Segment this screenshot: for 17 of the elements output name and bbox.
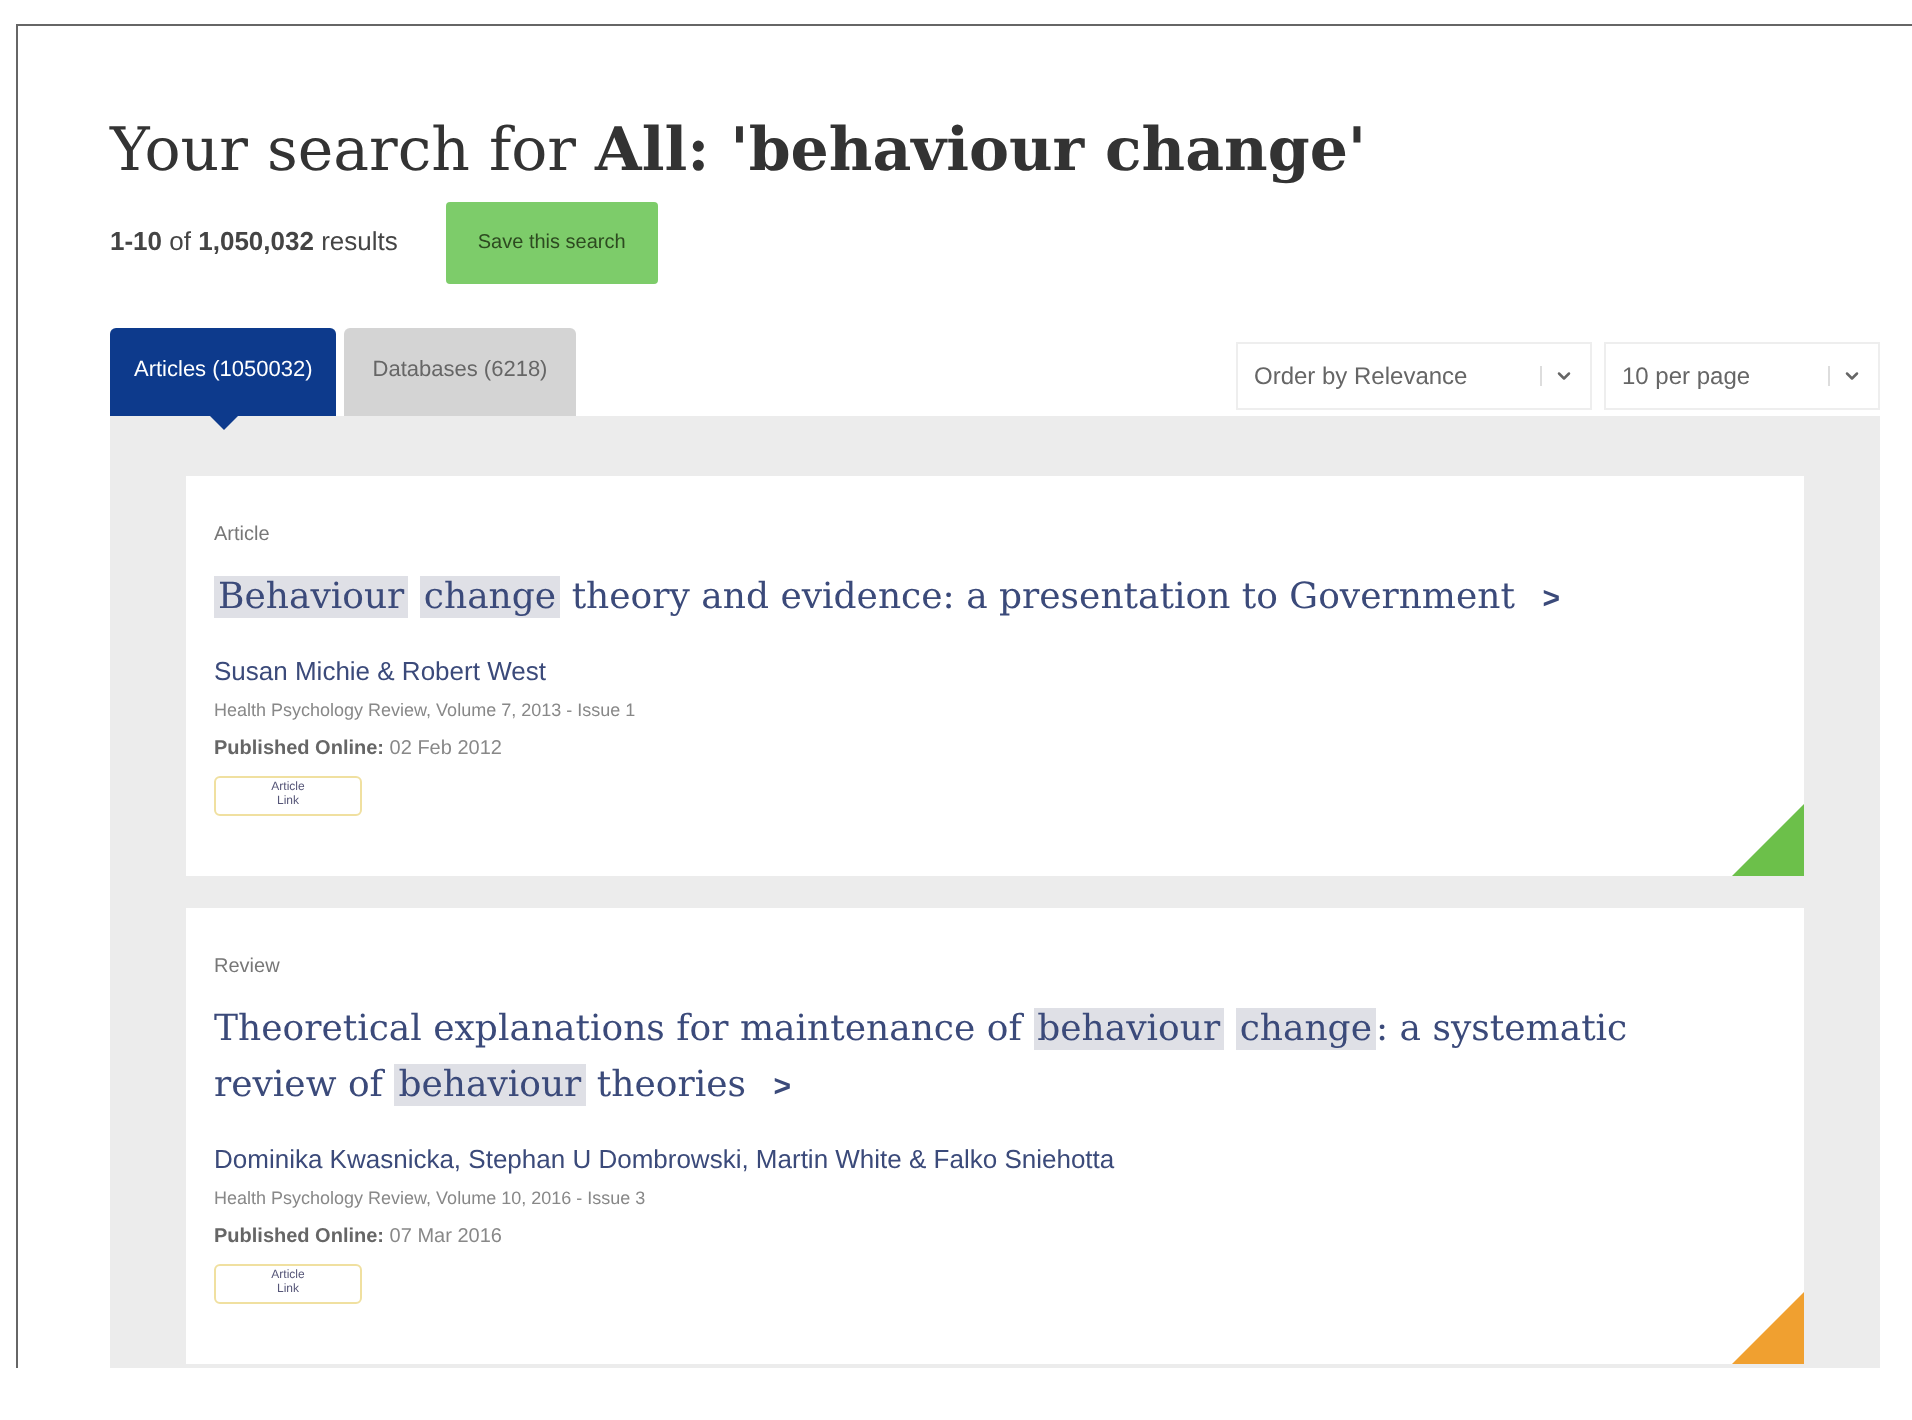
results-tab[interactable]: Databases (6218) (344, 327, 576, 415)
per-page-select[interactable]: 10 per page (1604, 341, 1880, 409)
results-tab[interactable]: Articles (1050032) (110, 327, 337, 415)
result-title-link[interactable]: Theoretical explanations for maintenance of behaviour change: a systematic review of behaviour theories > (214, 1001, 1674, 1115)
result-type: Article (214, 521, 272, 549)
published-date: Published Online: 07 Mar 2016 (214, 1223, 504, 1251)
published-date: Published Online: 02 Feb 2012 (214, 735, 504, 763)
result-source: Health Psychology Review, Volume 7, 2013 - Issue 1 (214, 698, 638, 724)
result-authors: Dominika Kwasnicka, Stephan U Dombrowski, Martin White & Falko Sniehotta (214, 1141, 1117, 1178)
result-type: Review (214, 953, 282, 981)
save-search-button[interactable]: Save this search (445, 201, 658, 283)
result-source: Health Psychology Review, Volume 10, 2016 - Issue 3 (214, 1186, 648, 1212)
sort-select[interactable]: Order by Relevance (1236, 341, 1592, 409)
page-heading: Your search for All: 'behaviour change' (110, 114, 1369, 189)
results-count: 1-10 of 1,050,032 results (110, 224, 398, 261)
result-authors: Susan Michie & Robert West (214, 653, 548, 689)
result-title-link[interactable]: Behaviour change theory and evidence: a presentation to Government > (214, 569, 1674, 627)
